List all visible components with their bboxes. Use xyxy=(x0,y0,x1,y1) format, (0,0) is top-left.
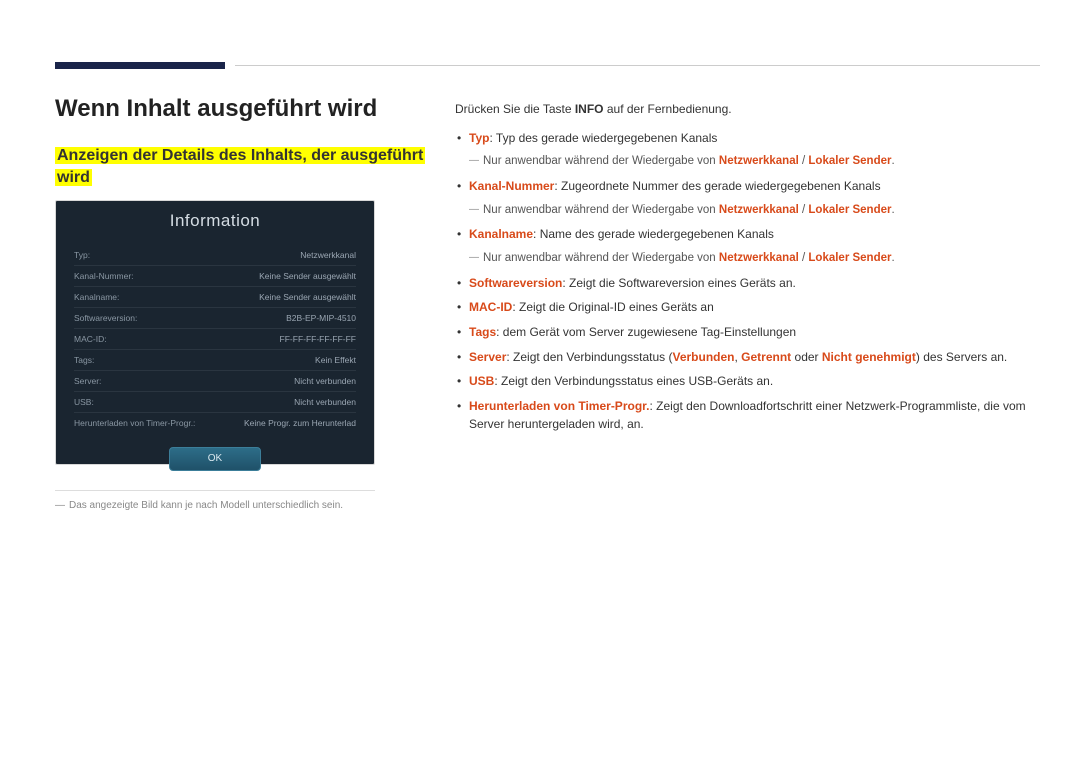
description-list: Typ: Typ des gerade wiedergegebenen Kana… xyxy=(455,129,1035,434)
subheading-highlight-1: Anzeigen der Details des Inhalts, der au… xyxy=(55,147,425,164)
rest: : Zeigt die Original-ID eines Geräts an xyxy=(512,300,713,314)
term: Kanalname xyxy=(469,227,533,241)
term: Kanal-Nummer xyxy=(469,179,554,193)
sub-note: Nur anwendbar während der Wiedergabe von… xyxy=(455,250,1035,268)
info-row: Softwareversion: B2B-EP-MIP-4510 xyxy=(74,308,356,329)
list-item: USB: Zeigt den Verbindungsstatus eines U… xyxy=(455,372,1035,391)
term: MAC-ID xyxy=(469,300,512,314)
ok-button[interactable]: OK xyxy=(169,447,261,471)
info-row: Typ: Netzwerkkanal xyxy=(74,245,356,266)
rest: : Name des gerade wiedergegebenen Kanals xyxy=(533,227,774,241)
info-value: Keine Sender ausgewählt xyxy=(259,271,356,281)
intro-bold: INFO xyxy=(575,102,604,116)
term: Typ xyxy=(469,131,489,145)
sub-note: Nur anwendbar während der Wiedergabe von… xyxy=(455,153,1035,171)
list-item: Tags: dem Gerät vom Server zugewiesene T… xyxy=(455,323,1035,342)
list-item: Herunterladen von Timer-Progr.: Zeigt de… xyxy=(455,397,1035,434)
info-label: MAC-ID: xyxy=(74,334,107,344)
info-label: USB: xyxy=(74,397,94,407)
intro-pre: Drücken Sie die Taste xyxy=(455,102,575,116)
info-value: Keine Progr. zum Herunterlad xyxy=(244,418,356,428)
rest: : Zeigt die Softwareversion eines Geräts… xyxy=(562,276,795,290)
info-row: Herunterladen von Timer-Progr.: Keine Pro… xyxy=(74,413,356,433)
info-value: Netzwerkkanal xyxy=(300,250,356,260)
info-dialog-title: Information xyxy=(74,211,356,231)
info-label: Kanalname: xyxy=(74,292,119,302)
rest: : dem Gerät vom Server zugewiesene Tag-E… xyxy=(496,325,796,339)
header-rule xyxy=(235,65,1040,66)
footnote-divider xyxy=(55,490,375,491)
list-item: MAC-ID: Zeigt die Original-ID eines Gerä… xyxy=(455,298,1035,317)
page-title: Wenn Inhalt ausgeführt wird xyxy=(55,95,377,123)
info-row: MAC-ID: FF-FF-FF-FF-FF-FF xyxy=(74,329,356,350)
info-label: Tags: xyxy=(74,355,94,365)
footnote-dash: ― xyxy=(55,500,65,511)
info-value: FF-FF-FF-FF-FF-FF xyxy=(280,334,356,344)
info-value: Nicht verbunden xyxy=(294,397,356,407)
term: Server xyxy=(469,350,506,364)
info-dialog: Information Typ: Netzwerkkanal Kanal-Numm… xyxy=(55,200,375,465)
term: Herunterladen von Timer-Progr. xyxy=(469,399,650,413)
footnote-text: Das angezeigte Bild kann je nach Modell … xyxy=(69,500,343,511)
section-title: Anzeigen der Details des Inhalts, der au… xyxy=(55,145,453,188)
term: Softwareversion xyxy=(469,276,562,290)
list-item: Softwareversion: Zeigt die Softwareversi… xyxy=(455,274,1035,293)
info-label: Kanal-Nummer: xyxy=(74,271,134,281)
info-row: USB: Nicht verbunden xyxy=(74,392,356,413)
info-value: Keine Sender ausgewählt xyxy=(259,292,356,302)
info-row: Server: Nicht verbunden xyxy=(74,371,356,392)
footnote: ― Das angezeigte Bild kann je nach Modell… xyxy=(55,500,395,511)
info-row: Tags: Kein Effekt xyxy=(74,350,356,371)
term: Tags xyxy=(469,325,496,339)
intro-line: Drücken Sie die Taste INFO auf der Fernb… xyxy=(455,100,1035,119)
header-accent xyxy=(55,62,225,69)
list-item: Typ: Typ des gerade wiedergegebenen Kana… xyxy=(455,129,1035,148)
intro-post: auf der Fernbedienung. xyxy=(604,102,732,116)
rest: : Typ des gerade wiedergegebenen Kanals xyxy=(489,131,717,145)
description-column: Drücken Sie die Taste INFO auf der Fernb… xyxy=(455,100,1035,440)
sub-note: Nur anwendbar während der Wiedergabe von… xyxy=(455,202,1035,220)
info-label: Softwareversion: xyxy=(74,313,137,323)
info-label: Herunterladen von Timer-Progr.: xyxy=(74,418,195,428)
term: USB xyxy=(469,374,494,388)
rest: : Zeigt den Verbindungsstatus eines USB-… xyxy=(494,374,773,388)
info-row: Kanal-Nummer: Keine Sender ausgewählt xyxy=(74,266,356,287)
subheading-highlight-2: wird xyxy=(55,169,92,186)
info-row: Kanalname: Keine Sender ausgewählt xyxy=(74,287,356,308)
info-value: Nicht verbunden xyxy=(294,376,356,386)
info-label: Typ: xyxy=(74,250,90,260)
list-item: Server: Zeigt den Verbindungsstatus (Ver… xyxy=(455,348,1035,367)
list-item: Kanal-Nummer: Zugeordnete Nummer des ger… xyxy=(455,177,1035,196)
info-value: Kein Effekt xyxy=(315,355,356,365)
list-item: Kanalname: Name des gerade wiedergegeben… xyxy=(455,225,1035,244)
info-label: Server: xyxy=(74,376,101,386)
info-value: B2B-EP-MIP-4510 xyxy=(286,313,356,323)
rest: : Zugeordnete Nummer des gerade wiederge… xyxy=(554,179,880,193)
info-dialog-rows: Typ: Netzwerkkanal Kanal-Nummer: Keine Sen… xyxy=(74,245,356,433)
